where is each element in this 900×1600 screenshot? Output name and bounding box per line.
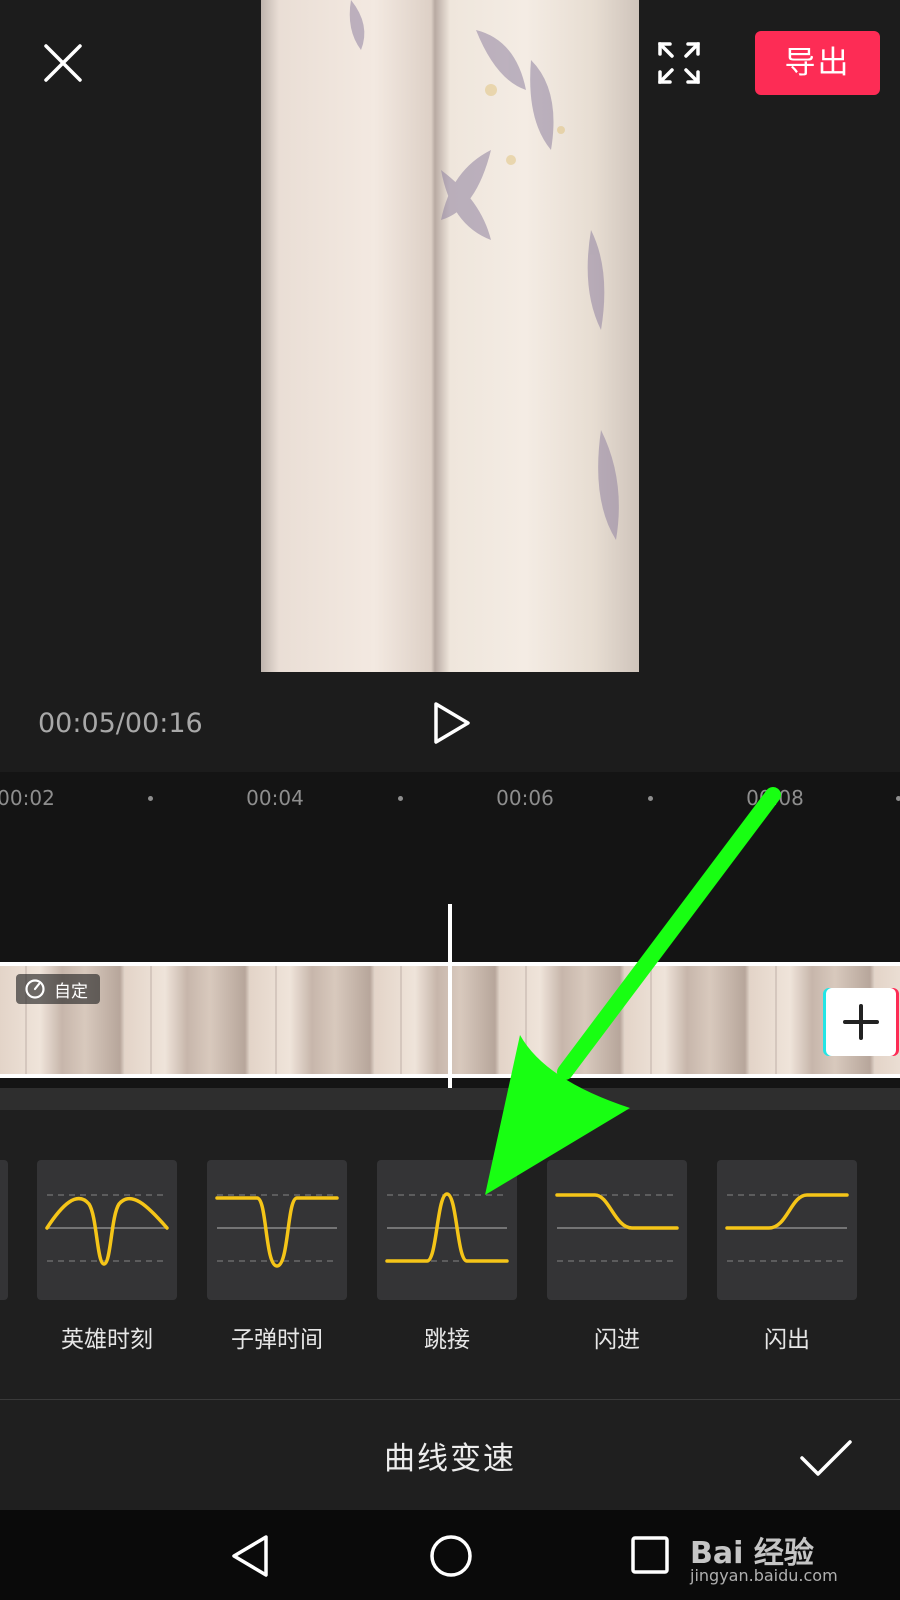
tick-dot bbox=[896, 796, 900, 801]
speed-curve-icon bbox=[385, 1192, 509, 1263]
close-icon bbox=[44, 44, 82, 82]
preset-label: 跳接 bbox=[424, 1327, 470, 1353]
speed-badge: 自定 bbox=[16, 974, 100, 1004]
confirm-button[interactable] bbox=[798, 1436, 854, 1480]
clip-frame bbox=[775, 966, 777, 1074]
nav-back-button[interactable] bbox=[228, 1533, 272, 1583]
curve-path bbox=[725, 1193, 849, 1230]
home-icon bbox=[430, 1535, 472, 1577]
clip-frame bbox=[525, 966, 527, 1074]
preset-thumbnail bbox=[207, 1160, 347, 1300]
recents-icon bbox=[631, 1536, 669, 1574]
nav-home-button[interactable] bbox=[428, 1533, 474, 1583]
preset-bullet-time[interactable]: 子弹时间 bbox=[207, 1160, 347, 1354]
video-preview bbox=[261, 0, 639, 672]
preset-label: 闪进 bbox=[594, 1327, 640, 1353]
nav-recents-button[interactable] bbox=[630, 1535, 670, 1579]
preset-flash-in[interactable]: 闪进 bbox=[547, 1160, 687, 1354]
fabric-pattern bbox=[349, 0, 619, 540]
panel-title: 曲线变速 bbox=[384, 1441, 516, 1477]
playhead[interactable] bbox=[448, 904, 452, 1112]
preset-thumbnail bbox=[717, 1160, 857, 1300]
check-icon bbox=[800, 1440, 852, 1476]
timeline-scroll-track[interactable] bbox=[0, 1088, 900, 1110]
preset-thumbnail-partial[interactable] bbox=[0, 1160, 8, 1300]
clip-frame bbox=[650, 966, 652, 1074]
curve-path bbox=[45, 1196, 169, 1266]
preset-label: 闪出 bbox=[764, 1327, 810, 1353]
back-icon bbox=[232, 1535, 268, 1577]
watermark-url: jingyan.baidu.com bbox=[690, 1566, 838, 1585]
clip-frame bbox=[400, 966, 402, 1074]
tick-label: 00:06 bbox=[496, 786, 554, 810]
fullscreen-button[interactable] bbox=[656, 40, 702, 86]
preset-label: 英雄时刻 bbox=[61, 1327, 153, 1353]
clip-frame bbox=[150, 966, 152, 1074]
speed-curve-icon bbox=[725, 1193, 849, 1262]
curve-path bbox=[215, 1196, 339, 1268]
preset-hero-moment[interactable]: 英雄时刻 bbox=[37, 1160, 177, 1354]
close-button[interactable] bbox=[40, 40, 86, 86]
preset-label: 子弹时间 bbox=[231, 1327, 323, 1353]
tick-label: 00:08 bbox=[746, 786, 804, 810]
clip-frame bbox=[275, 966, 277, 1074]
curve-path bbox=[555, 1193, 679, 1230]
tick-dot bbox=[648, 796, 653, 801]
preset-thumbnail bbox=[547, 1160, 687, 1300]
add-clip-button[interactable] bbox=[826, 988, 896, 1056]
preset-flash-out[interactable]: 闪出 bbox=[717, 1160, 857, 1354]
plus-icon bbox=[843, 1004, 879, 1040]
speedometer-icon bbox=[25, 979, 45, 999]
speed-curve-icon bbox=[215, 1194, 339, 1268]
fullscreen-icon bbox=[658, 42, 700, 84]
preset-thumbnail bbox=[37, 1160, 177, 1300]
tick-label: 00:04 bbox=[246, 786, 304, 810]
preset-thumbnail bbox=[377, 1160, 517, 1300]
preset-jump-cut[interactable]: 跳接 bbox=[377, 1160, 517, 1354]
time-display: 00:05/00:16 bbox=[38, 708, 203, 739]
speed-curve-icon bbox=[45, 1194, 169, 1266]
tick-label: 00:02 bbox=[0, 786, 55, 810]
play-button[interactable] bbox=[430, 700, 474, 746]
play-icon bbox=[434, 702, 470, 744]
speed-curve-icon bbox=[555, 1193, 679, 1262]
speed-badge-label: 自定 bbox=[54, 981, 88, 1002]
export-button[interactable]: 导出 bbox=[755, 31, 880, 95]
tick-dot bbox=[148, 796, 153, 801]
tick-dot bbox=[398, 796, 403, 801]
